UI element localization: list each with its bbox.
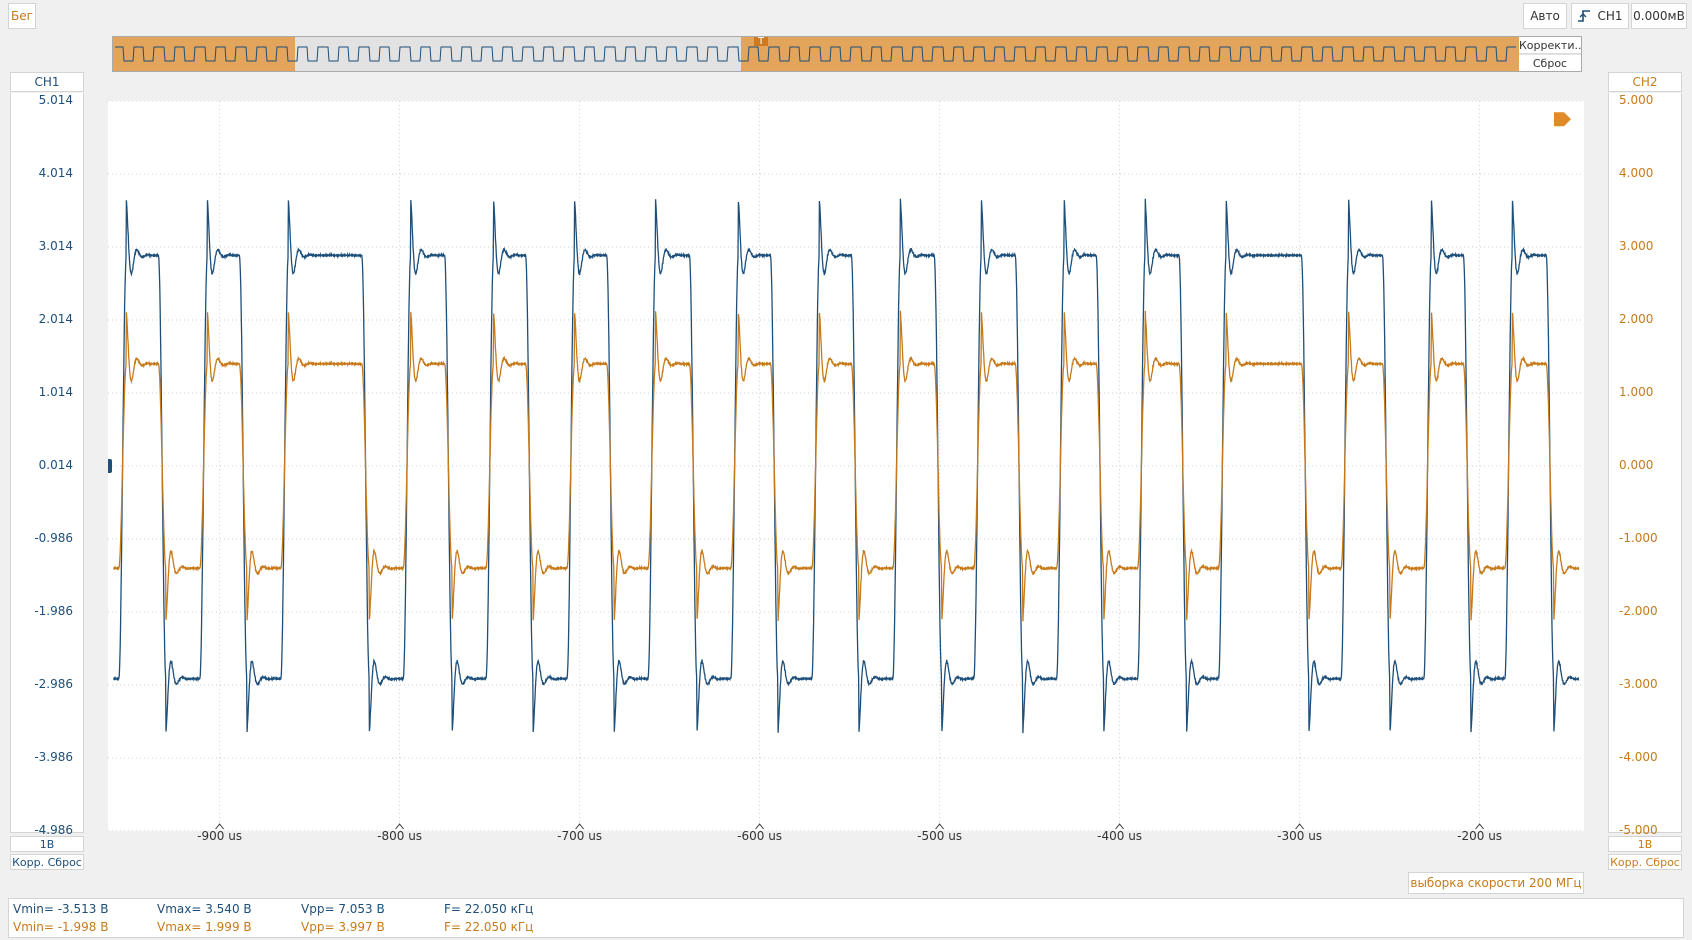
y-right-tick-label: -3.000 (1619, 677, 1658, 691)
y-left-tick-label: -3.986 (34, 750, 73, 764)
y-right-tick-label: 5.000 (1619, 93, 1654, 107)
ch1-correct-reset[interactable]: Корр. Сброс (10, 854, 84, 870)
run-button[interactable]: Бег (8, 3, 36, 29)
y-left-tick-label: 2.014 (38, 312, 73, 326)
ch1-freq: F= 22.050 кГц (444, 902, 534, 916)
ch2-freq: F= 22.050 кГц (444, 920, 534, 934)
trigger-edge-icon (1578, 10, 1591, 22)
ch1-vmin: Vmin= -3.513 В (13, 902, 109, 916)
y-left-tick-label: -0.986 (34, 531, 73, 545)
trigger-level-marker (1554, 112, 1571, 127)
x-tick-label: -600 us (737, 829, 783, 843)
waveform-overview[interactable]: T (112, 36, 1582, 72)
ch2-scale[interactable]: 1В (1608, 836, 1682, 852)
ch1-axis-column: 5.014 4.014 3.014 2.014 1.014 0.014 -0.986 -1.9… (10, 93, 84, 837)
y-right-tick-label: 1.000 (1619, 385, 1654, 399)
ch2-correct-reset[interactable]: Корр. Сброс (1608, 854, 1682, 870)
x-tick-label: -500 us (917, 829, 963, 843)
y-left-tick-label: 0.014 (38, 458, 73, 472)
trigger-level-readout[interactable]: 0.000мВ (1631, 3, 1687, 29)
ch1-scale[interactable]: 1В (10, 836, 84, 852)
y-right-tick-label: 2.000 (1619, 312, 1654, 326)
x-tick-label: -300 us (1277, 829, 1323, 843)
ch2-vmax: Vmax= 1.999 В (157, 920, 252, 934)
measurements-panel: Vmin= -3.513 В Vmax= 3.540 В Vpp= 7.053 … (8, 898, 1684, 938)
y-left-tick-label: 4.014 (38, 166, 73, 180)
trigger-source-button[interactable]: CH1 (1571, 3, 1629, 29)
overview-correct-button[interactable]: Корректи... (1519, 37, 1581, 54)
ch1-vmax: Vmax= 3.540 В (157, 902, 252, 916)
y-right-tick-label: 4.000 (1619, 166, 1654, 180)
y-left-tick-label: -2.986 (34, 677, 73, 691)
ch2-axis-column: 5.000 4.000 3.000 2.000 1.000 0.000 -1.000 -2.0… (1608, 93, 1682, 837)
overview-svg: T (113, 37, 1519, 71)
x-tick-label: -200 us (1457, 829, 1503, 843)
y-left-tick-label: 5.014 (38, 93, 73, 107)
ch2-waveform (113, 310, 1580, 622)
ch2-vpp: Vpp= 3.997 В (301, 920, 385, 934)
x-tick-label: -900 us (197, 829, 243, 843)
y-right-tick-label: -2.000 (1619, 604, 1658, 618)
ch2-header[interactable]: CH2 (1608, 72, 1682, 92)
overview-trigger-label: T (757, 37, 765, 47)
y-right-tick-label: -5.000 (1619, 823, 1658, 837)
y-right-tick-label: 3.000 (1619, 239, 1654, 253)
auto-mode-button[interactable]: Авто (1523, 3, 1567, 29)
y-left-tick-label: -4.986 (34, 823, 73, 837)
ch1-header[interactable]: CH1 (10, 72, 84, 92)
ch1-vpp: Vpp= 7.053 В (301, 902, 385, 916)
trigger-source-label: CH1 (1597, 9, 1623, 23)
y-left-tick-label: -1.986 (34, 604, 73, 618)
x-tick-label: -400 us (1097, 829, 1143, 843)
plot-area[interactable]: -900 us -800 us -700 us -600 us -500 us -400 … (108, 101, 1584, 843)
overview-window-right (741, 37, 1519, 71)
ch1-waveform (113, 198, 1580, 734)
y-left-tick-label: 3.014 (38, 239, 73, 253)
overview-reset-button[interactable]: Сброс (1519, 55, 1581, 71)
y-left-tick-label: 1.014 (38, 385, 73, 399)
x-tick-label: -800 us (377, 829, 423, 843)
x-tick-label: -700 us (557, 829, 603, 843)
ch2-vmin: Vmin= -1.998 В (13, 920, 109, 934)
y-right-tick-label: -1.000 (1619, 531, 1658, 545)
ch1-ground-marker (108, 459, 112, 473)
overview-window-left (113, 37, 295, 71)
sample-rate-label: выборка скорости 200 МГц (1408, 872, 1584, 894)
y-right-tick-label: 0.000 (1619, 458, 1654, 472)
y-right-tick-label: -4.000 (1619, 750, 1658, 764)
waveform-plot (108, 101, 1584, 831)
